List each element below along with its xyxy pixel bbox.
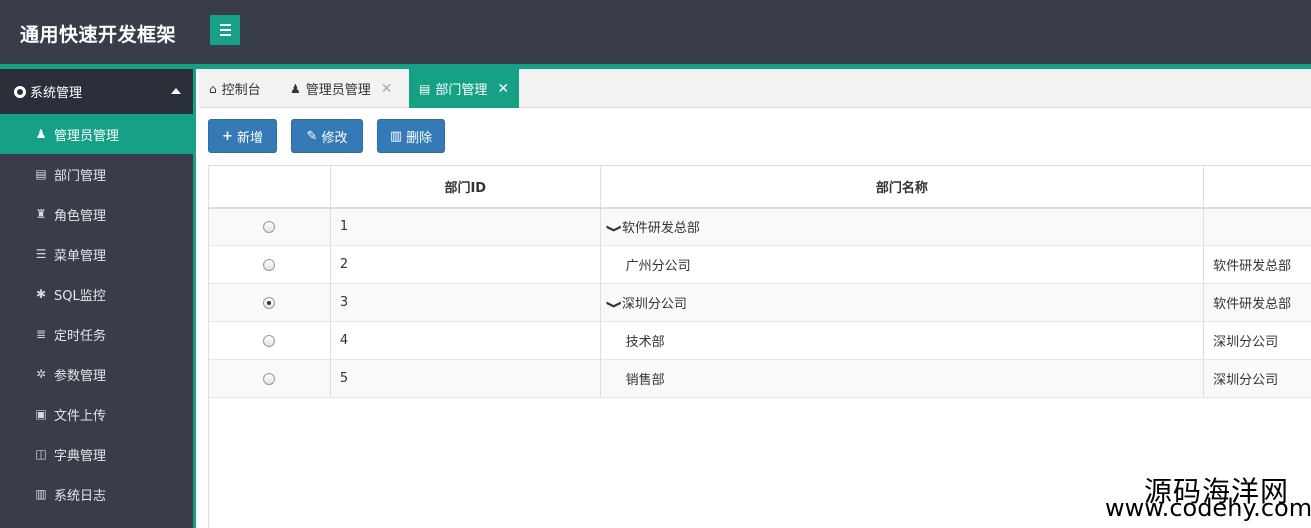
tab-label: 控制台 [221,83,261,98]
sidebar-group-system[interactable]: 系统管理 [0,69,193,114]
delete-button[interactable]: ▥ 删除 [377,119,445,153]
plus-icon: + [222,128,233,144]
column-header-dept-name[interactable]: 部门名称 [600,165,1205,209]
table-body: 1 ❯软件研发总部 2 广州分公司 软件研发总部 3 ❯深圳分公司 软件研发总部 4 技术部 深圳分… [208,207,1311,398]
dept-name-cell: ❯深圳分公司 [600,283,1205,322]
parent-dept-cell: 深圳分公司 [1203,359,1311,398]
sidebar-menu: ♟ 管理员管理 ▤ 部门管理 ♜ 角色管理 ☰ 菜单管理 ✱ SQL监控 ≣ 定时任务 ✲ 参数管理 ▣ 文件… [0,114,193,514]
parent-dept-cell: 深圳分公司 [1203,321,1311,360]
parent-dept-cell: 软件研发总部 [1203,283,1311,322]
file-text-icon: ▥ [35,487,47,501]
column-header-select [208,165,331,209]
row-select-radio[interactable] [263,296,276,309]
tab-bar: ⌂ 控制台 ♟ 管理员管理 ✕ ▤ 部门管理 ✕ [199,69,1311,108]
column-header-dept-id[interactable]: 部门ID [330,165,601,209]
close-icon[interactable]: ✕ [497,81,509,97]
user-secret-icon: ♜ [35,207,47,221]
sidebar-item-9[interactable]: ▥ 系统日志 [0,474,193,514]
dept-id-cell: 2 [330,245,601,284]
app-title: 通用快速开发框架 [20,24,177,46]
row-select-radio[interactable] [263,258,276,271]
table-row[interactable]: 5 销售部 深圳分公司 [208,359,1311,398]
dept-id-cell: 4 [330,321,601,360]
list-icon: ☰ [35,247,47,261]
dept-name-cell: ❯软件研发总部 [600,207,1205,246]
menu-toggle-button[interactable] [210,15,240,45]
watermark-url: www.codehy.com [1105,494,1311,522]
edit-icon: ✎ [306,128,318,144]
sidebar-item-label: 参数管理 [54,368,107,384]
dept-name: 深圳分公司 [621,297,687,312]
cog-icon: ✲ [35,367,47,381]
sidebar-item-2[interactable]: ♜ 角色管理 [0,194,193,234]
row-select-radio[interactable] [263,220,276,233]
sidebar-item-label: 字典管理 [54,448,107,464]
sidebar-item-label: 角色管理 [54,208,107,224]
add-button[interactable]: + 新增 [208,119,277,153]
trash-icon: ▥ [389,128,403,144]
chevron-down-icon[interactable]: ❯ [606,300,623,309]
sidebar-item-7[interactable]: ▣ 文件上传 [0,394,193,434]
sidebar-item-label: 文件上传 [54,408,107,424]
tab-department-management[interactable]: ▤ 部门管理 ✕ [409,69,520,108]
department-tree-table: 部门ID 部门名称 1 ❯软件研发总部 2 广州分公司 软件研发总部 3 ❯深圳分公司 软件研… [208,165,1311,398]
tab-label: 管理员管理 [305,83,371,98]
edit-button[interactable]: ✎ 修改 [291,119,363,153]
dept-id-cell: 1 [330,207,601,246]
tab-console[interactable]: ⌂ 控制台 [199,69,271,108]
sidebar-item-label: 系统日志 [54,488,107,504]
dept-name-cell: 技术部 [600,321,1205,360]
parent-dept-cell [1203,207,1311,246]
sidebar-item-4[interactable]: ✱ SQL监控 [0,274,193,314]
sidebar-item-8[interactable]: ◫ 字典管理 [0,434,193,474]
user-icon: ♟ [290,81,301,96]
column-header-parent[interactable] [1203,165,1311,209]
sidebar-item-3[interactable]: ☰ 菜单管理 [0,234,193,274]
dept-name: 广州分公司 [625,259,691,274]
user-icon: ♟ [35,127,47,141]
dept-id-cell: 5 [330,359,601,398]
table-row[interactable]: 1 ❯软件研发总部 [208,207,1311,246]
document-icon: ▤ [419,81,431,96]
sidebar-item-6[interactable]: ✲ 参数管理 [0,354,193,394]
chevron-down-icon[interactable]: ❯ [606,224,623,233]
dept-name: 技术部 [625,335,665,350]
sidebar-item-label: 菜单管理 [54,248,107,264]
dept-name: 软件研发总部 [621,221,700,237]
home-icon: ⌂ [209,81,217,96]
hamburger-icon [219,24,231,26]
close-icon[interactable]: ✕ [381,81,393,97]
table-row[interactable]: 4 技术部 深圳分公司 [208,321,1311,360]
sidebar-item-5[interactable]: ≣ 定时任务 [0,314,193,354]
dept-id-cell: 3 [330,283,601,322]
tasks-icon: ≣ [35,327,47,341]
dept-name-cell: 销售部 [600,359,1205,398]
top-header: 通用快速开发框架 [0,0,1311,64]
tab-label: 部门管理 [435,83,488,98]
gear-icon [14,85,26,98]
row-select-radio[interactable] [263,334,276,347]
sidebar-item-label: 部门管理 [54,168,107,184]
document-icon: ▤ [35,167,47,181]
sidebar-item-label: SQL监控 [54,288,106,304]
parent-dept-cell: 软件研发总部 [1203,245,1311,284]
tab-admin-management[interactable]: ♟ 管理员管理 ✕ [280,69,403,108]
dept-name-cell: 广州分公司 [600,245,1205,284]
table-header-row: 部门ID 部门名称 [208,165,1311,209]
caret-up-icon [171,88,181,94]
sidebar-item-label: 管理员管理 [54,128,120,144]
dept-name: 销售部 [625,373,665,388]
sidebar-item-label: 定时任务 [54,328,107,344]
table-row[interactable]: 3 ❯深圳分公司 软件研发总部 [208,283,1311,322]
sidebar: 系统管理 ♟ 管理员管理 ▤ 部门管理 ♜ 角色管理 ☰ 菜单管理 ✱ SQL监控 ≣ 定时任务 ✲ 参数… [0,69,196,528]
bug-icon: ✱ [35,287,47,301]
row-select-radio[interactable] [263,372,276,385]
sidebar-group-label: 系统管理 [30,86,83,101]
bookmark-icon: ◫ [35,447,47,461]
sidebar-item-0[interactable]: ♟ 管理员管理 [0,114,193,154]
table-row[interactable]: 2 广州分公司 软件研发总部 [208,245,1311,284]
image-file-icon: ▣ [35,407,47,421]
sidebar-item-1[interactable]: ▤ 部门管理 [0,154,193,194]
